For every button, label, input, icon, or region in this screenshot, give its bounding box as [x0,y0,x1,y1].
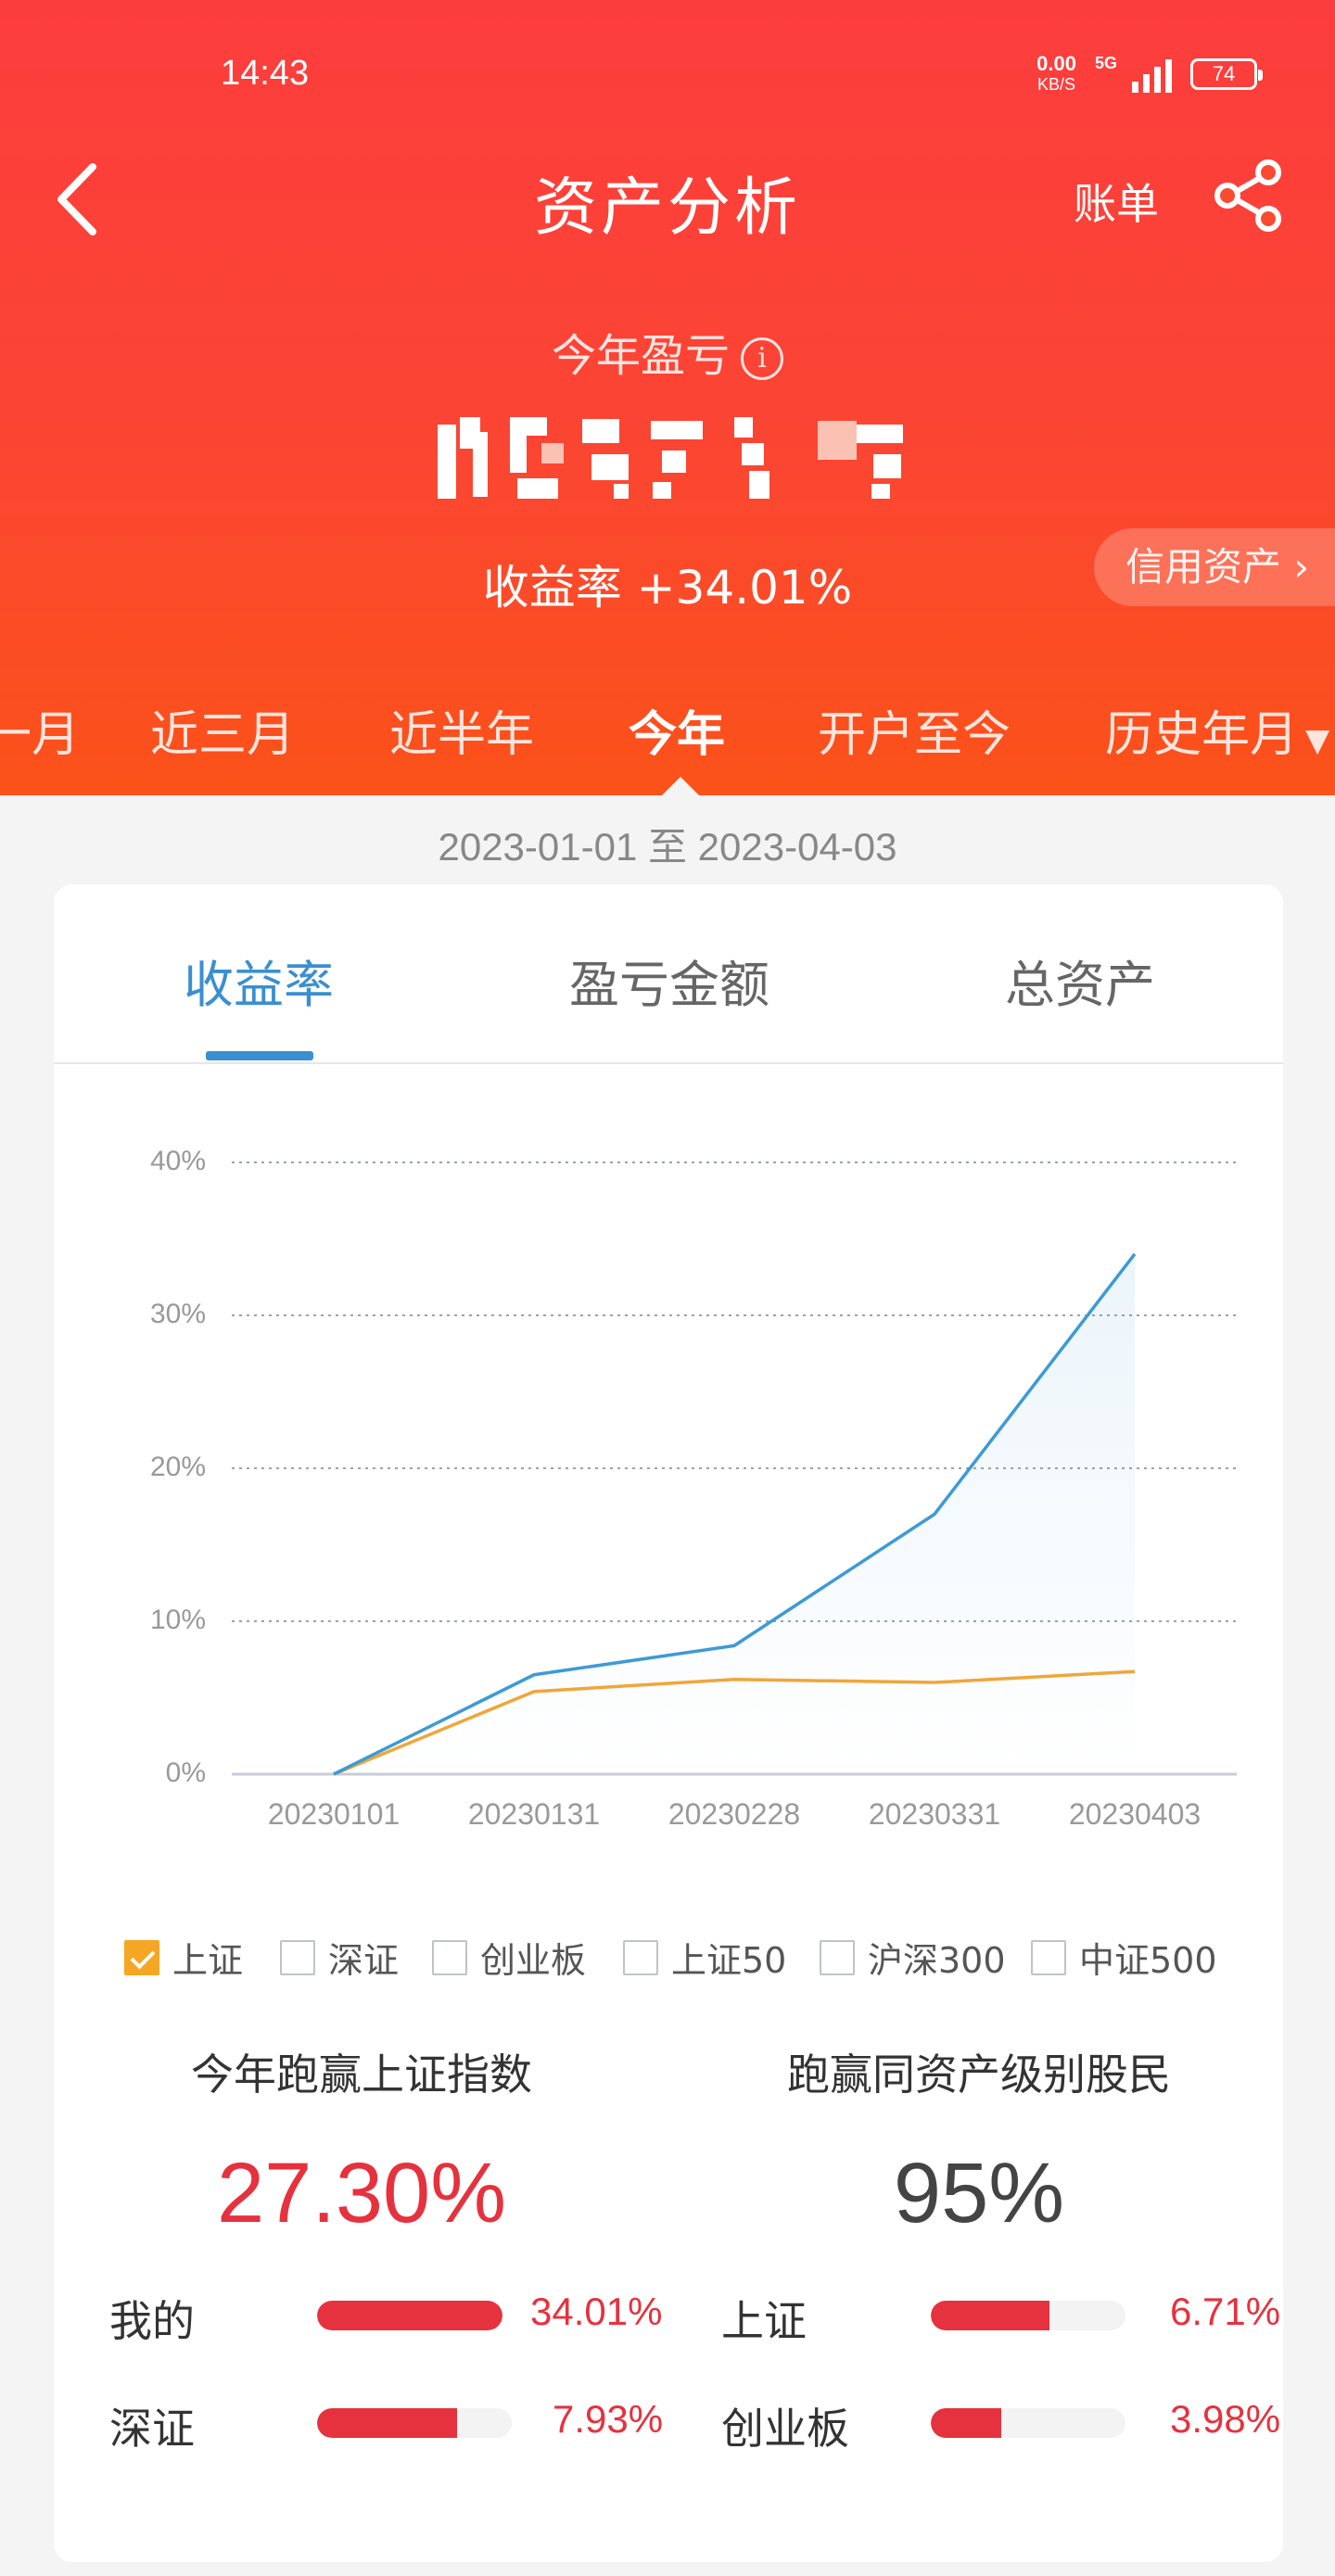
compare-label: 上证 [721,2296,807,2346]
analysis-card: 收益率 盈亏金额 总资产 40% 30% 20% 10% 0% 20230101 20230… [54,884,1283,2562]
compare-bar-track [317,2301,502,2330]
compare-row-cyb: 创业板 3.98% [721,2395,1281,2454]
info-icon[interactable]: i [741,337,783,380]
checkbox-icon[interactable] [820,1939,855,1975]
checkbox-icon[interactable] [623,1939,658,1975]
beat-index-value: 27.30% [216,2146,507,2240]
legend-item-sz[interactable]: 深证 [280,1932,399,1983]
checkbox-icon[interactable] [280,1939,315,1975]
period-tab-1m[interactable]: 近一月 [0,695,80,765]
net-speed-value: 0.00 [1036,52,1076,75]
period-tab-history-label: 历史年月 [1105,707,1299,763]
legend-item-cyb[interactable]: 创业板 [432,1932,586,1983]
tab-total-assets[interactable]: 总资产 [1005,944,1155,1017]
status-time: 14:43 [221,54,310,93]
legend-label: 中证500 [1079,1940,1217,1981]
compare-label: 我的 [109,2296,195,2346]
signal-icon [1132,56,1172,93]
bill-button[interactable]: 账单 [1074,171,1159,232]
battery-level: 74 [1212,62,1236,85]
legend-label: 上证50 [671,1940,787,1981]
battery-icon: 74 [1190,58,1263,90]
tab-pnl-amount[interactable]: 盈亏金额 [569,944,769,1017]
pnl-label-text: 今年盈亏 [551,330,730,382]
compare-row-mine: 我的 34.01% [109,2288,675,2346]
beat-peers-value: 95% [893,2146,1065,2240]
y-tick-label: 40% [150,1146,206,1176]
legend-item-sh50[interactable]: 上证50 [623,1932,786,1983]
compare-pct: 7.93% [553,2397,664,2441]
compare-pct: 3.98% [1170,2397,1281,2441]
dropdown-triangle-icon: ▼ [1305,722,1330,759]
compare-label: 创业板 [721,2404,849,2454]
compare-row-sh: 上证 6.71% [721,2288,1281,2346]
status-icons: 0.00 KB/S 5G 74 [1036,54,1263,95]
x-tick-label: 20230331 [869,1797,1000,1831]
compare-bar-fill [317,2408,458,2438]
active-period-notch [660,777,701,797]
yield-chart: 40% 30% 20% 10% 0% 20230101 20230131 20230228 20… [150,1146,1237,1831]
y-tick-label: 30% [150,1299,206,1329]
compare-row-sz: 深证 7.93% [109,2395,675,2454]
net-speed: 0.00 KB/S [1036,54,1076,95]
compare-pct: 34.01% [530,2290,663,2333]
pnl-label: 今年盈亏 i [0,319,1335,384]
index-legend: 上证 深证 创业板 上证50 沪深300 中证500 [54,1932,1283,1987]
x-tick-label: 20230101 [268,1797,400,1831]
series-area-mine [334,1253,1135,1774]
legend-label: 创业板 [480,1940,587,1981]
compare-bar-fill [931,2301,1050,2330]
share-icon[interactable] [1211,158,1287,234]
metric-tabs: 收益率 盈亏金额 总资产 [54,884,1283,1064]
active-tab-indicator [206,1051,313,1060]
y-tick-label: 0% [166,1758,206,1788]
compare-bar-track [317,2408,512,2438]
checkbox-icon[interactable] [432,1939,467,1975]
checkbox-icon[interactable] [124,1939,159,1975]
net-speed-unit: KB/S [1037,75,1076,94]
compare-bar-fill [317,2301,502,2330]
x-tick-label: 20230228 [668,1797,800,1831]
beat-index-label: 今年跑赢上证指数 [191,2049,532,2100]
compare-label: 深证 [109,2404,195,2454]
compare-pct: 6.71% [1170,2290,1281,2333]
period-tabs: 近一月 近三月 近半年 今年 开户至今 历史年月▼ [0,695,1335,769]
period-tab-3m[interactable]: 近三月 [150,695,295,765]
credit-assets-button[interactable]: 信用资产 › [1094,528,1335,606]
y-tick-label: 10% [150,1605,206,1635]
legend-label: 沪深300 [868,1940,1006,1981]
header: 14:43 0.00 KB/S 5G 74 资产分析 账单 今年盈亏 i 收益率… [0,0,1335,797]
period-tab-6m[interactable]: 近半年 [389,695,534,765]
compare-bar-track [931,2408,1125,2438]
legend-item-sh[interactable]: 上证 [124,1932,243,1983]
legend-label: 深证 [328,1940,400,1981]
y-tick-label: 20% [150,1452,206,1482]
legend-item-hs300[interactable]: 沪深300 [820,1932,1006,1983]
credit-assets-label: 信用资产 [1125,544,1282,590]
date-range: 2023-01-01 至 2023-04-03 [438,825,897,869]
legend-label: 上证 [172,1940,244,1981]
checkbox-icon[interactable] [1031,1939,1066,1975]
x-tick-label: 20230403 [1069,1797,1201,1831]
masked-amount [438,417,903,499]
tab-yield[interactable]: 收益率 [184,944,334,1017]
x-tick-label: 20230131 [468,1797,600,1831]
beat-peers-label: 跑赢同资产级别股民 [787,2049,1171,2100]
period-tab-since-open[interactable]: 开户至今 [818,695,1011,765]
network-type: 5G [1094,54,1117,72]
period-tab-ytd[interactable]: 今年 [629,695,725,765]
chevron-right-icon: › [1281,544,1310,590]
period-tab-history[interactable]: 历史年月 ▼ [1105,695,1329,765]
compare-bar-fill [931,2408,1001,2438]
legend-item-zz500[interactable]: 中证500 [1031,1932,1217,1983]
compare-bar-track [931,2301,1125,2330]
